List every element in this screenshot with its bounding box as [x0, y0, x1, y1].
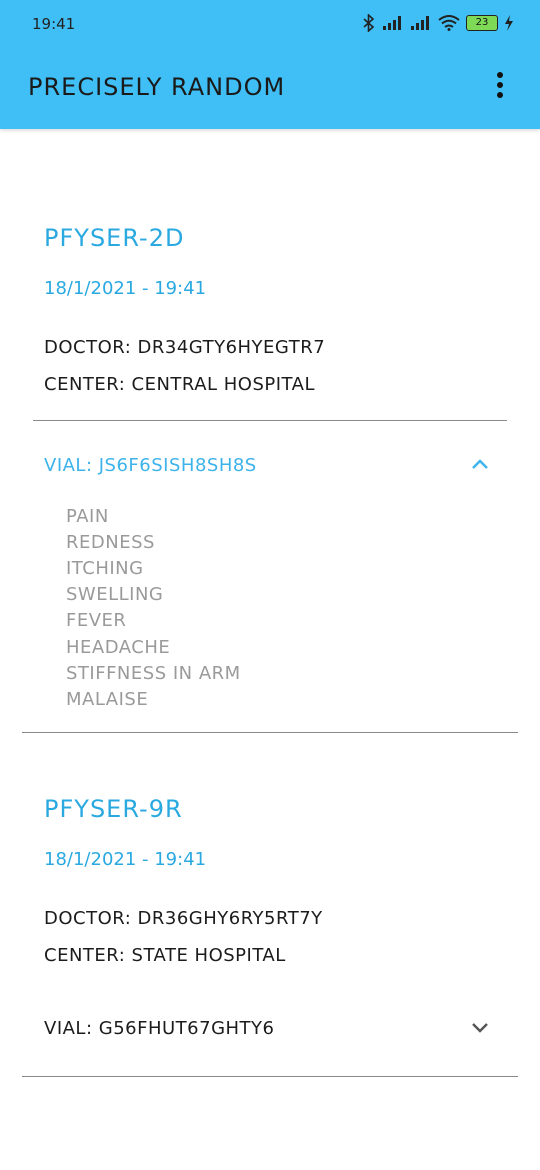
doctor-info: Doctor: Dr36GHY6rY5rT7Y — [44, 908, 323, 929]
app-title: Precisely Random — [28, 73, 286, 101]
symptom-item: Fever — [66, 610, 127, 631]
symptom-item: Malaise — [66, 689, 149, 710]
signal-icon — [383, 16, 401, 30]
doctor-info: Doctor: Dr34GTY6HYEGTr7 — [44, 337, 326, 358]
wifi-icon — [438, 15, 460, 31]
divider — [33, 420, 507, 421]
status-time: 19:41 — [32, 15, 76, 33]
center-info: Center: State Hospital — [44, 945, 286, 966]
vaccine-name: PFYSEr-2D — [44, 224, 185, 252]
chevron-down-icon[interactable] — [470, 1020, 490, 1034]
vial-expander[interactable]: Vial: G56FHUT67GHTY6 — [33, 1003, 507, 1053]
symptom-item: Headache — [66, 637, 171, 658]
battery-icon: 23 — [466, 15, 498, 31]
vial-expander[interactable]: Vial: JS6F6SISH8SH8S — [33, 440, 507, 490]
card-divider — [22, 1076, 518, 1077]
card-divider — [22, 732, 518, 733]
symptom-item: Redness — [66, 532, 155, 553]
vial-label: Vial: G56FHUT67GHTY6 — [44, 1018, 275, 1039]
vaccine-date: 18/1/2021 - 19:41 — [44, 849, 207, 870]
symptom-item: Pain — [66, 506, 109, 527]
app-bar: Precisely Random — [0, 50, 540, 129]
vaccine-date: 18/1/2021 - 19:41 — [44, 278, 207, 299]
overflow-menu-icon[interactable] — [490, 72, 510, 102]
vial-label: Vial: JS6F6SISH8SH8S — [44, 455, 257, 476]
symptom-item: Stiffness in Arm — [66, 663, 241, 684]
symptom-item: Itching — [66, 558, 144, 579]
chevron-up-icon[interactable] — [470, 457, 490, 471]
status-bar: 19:41 23 — [0, 0, 540, 50]
charging-icon — [505, 15, 513, 31]
status-icons: 23 — [362, 14, 514, 32]
symptom-item: Swelling — [66, 584, 164, 605]
battery-level: 23 — [475, 17, 489, 28]
signal-icon-2 — [411, 16, 429, 30]
bluetooth-icon — [363, 14, 375, 32]
vaccine-name: PFYSEr-9R — [44, 795, 183, 823]
center-info: Center: Central Hospital — [44, 374, 315, 395]
